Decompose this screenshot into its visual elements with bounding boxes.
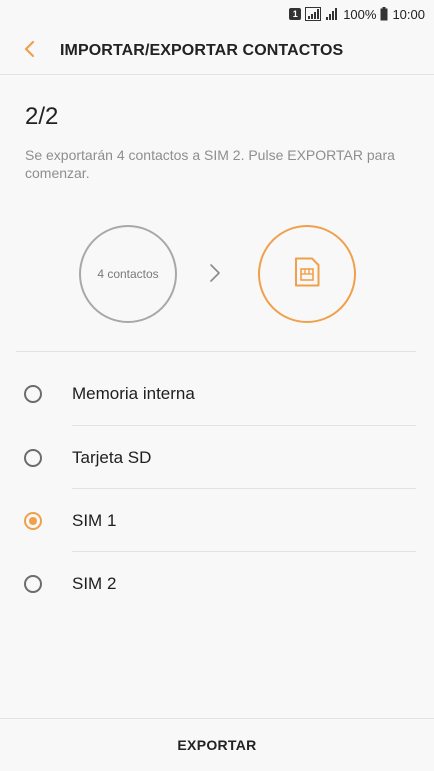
radio-button-selected[interactable] <box>24 511 42 530</box>
step-indicator: 2/2 <box>25 103 59 130</box>
source-label: 4 contactos <box>97 267 159 281</box>
status-bar: 1 100% 10:00 <box>0 0 434 28</box>
app-bar: IMPORTAR/EXPORTAR CONTACTOS <box>0 28 434 74</box>
signal-icon <box>305 7 322 21</box>
clock: 10:00 <box>392 6 425 22</box>
sim-card-icon <box>293 257 321 292</box>
sim-badge: 1 <box>289 8 302 20</box>
signal-2-icon <box>325 7 339 21</box>
option-sim-1[interactable]: SIM 1 <box>0 489 434 552</box>
option-memoria-interna[interactable]: Memoria interna <box>0 362 434 425</box>
target-sim-circle <box>258 225 356 323</box>
chevron-left-icon <box>23 40 35 63</box>
chevron-right-icon <box>209 263 221 288</box>
description-text: Se exportarán 4 contactos a SIM 2. Pulse… <box>25 147 395 181</box>
radio-button[interactable] <box>24 574 42 593</box>
source-contacts-circle: 4 contactos <box>79 225 177 323</box>
option-sim-2[interactable]: SIM 2 <box>0 552 434 615</box>
export-button[interactable]: EXPORTAR <box>0 719 434 771</box>
option-tarjeta-sd[interactable]: Tarjeta SD <box>0 426 434 489</box>
option-label: Tarjeta SD <box>72 447 152 467</box>
back-button[interactable] <box>0 28 58 74</box>
battery-icon <box>380 7 388 21</box>
page-title: IMPORTAR/EXPORTAR CONTACTOS <box>60 42 344 59</box>
radio-button[interactable] <box>24 384 42 403</box>
option-label: SIM 1 <box>72 510 117 530</box>
option-label: SIM 2 <box>72 573 117 593</box>
radio-button[interactable] <box>24 448 42 467</box>
option-label: Memoria interna <box>72 383 195 403</box>
battery-percent: 100% <box>343 6 377 22</box>
divider <box>0 74 434 75</box>
divider <box>16 351 416 352</box>
